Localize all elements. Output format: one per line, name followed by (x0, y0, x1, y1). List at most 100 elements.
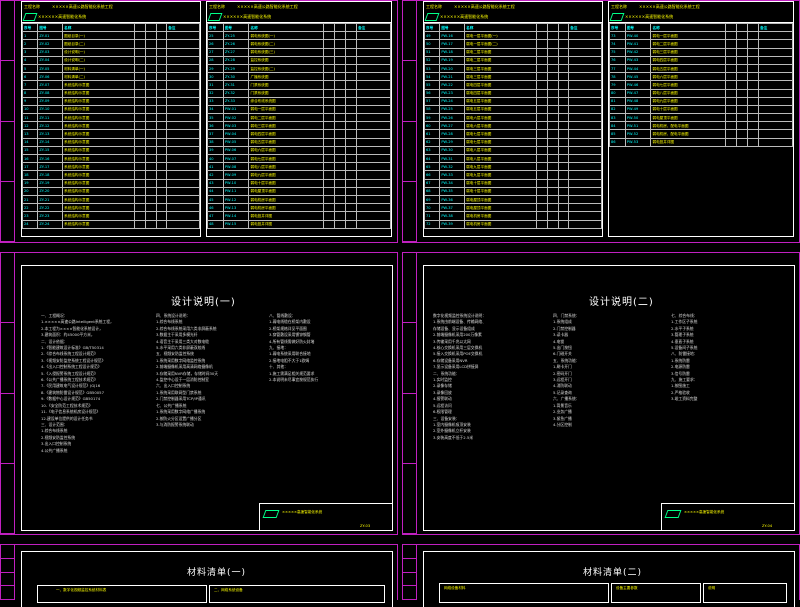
table-cell (536, 80, 549, 90)
table-row: 37 PW-04 弱电四层平面图 (207, 129, 391, 139)
table-cell: 门禁系统图 (248, 80, 325, 90)
table-cell: 弱电十层平面图 (464, 178, 538, 188)
table-cell (356, 72, 391, 82)
table-cell: 76 (609, 55, 626, 65)
table-cell: ZY-21 (37, 194, 64, 205)
table-cell: PW-07 (222, 153, 250, 164)
table-cell: 1 (21, 31, 39, 41)
table-cell (557, 72, 570, 82)
table-cell (356, 104, 391, 115)
table-cell (134, 186, 147, 196)
table-cell: 12 (21, 121, 39, 131)
binding-margin (1, 545, 15, 600)
column-header: 图号 (624, 22, 652, 33)
table-cell: ZY-33 (222, 96, 250, 106)
table-cell (547, 80, 559, 90)
table-cell (547, 145, 559, 156)
table-cell: 弱电机房平面图 (248, 194, 325, 205)
table-cell (536, 113, 549, 123)
table-cell (166, 194, 200, 205)
table-cell (166, 47, 200, 57)
table-cell: PW-50 (624, 113, 652, 123)
table-cell (568, 31, 602, 41)
table-cell: PW-46 (624, 80, 652, 90)
table-cell (145, 31, 157, 41)
table-cell (758, 129, 793, 139)
table-cell: PW-37 (439, 203, 466, 213)
table-cell (725, 39, 738, 49)
table-cell (568, 170, 602, 180)
table-cell: 9 (21, 96, 39, 106)
table-cell: 74 (609, 39, 626, 49)
table-cell (145, 113, 157, 123)
table-cell (557, 178, 570, 188)
table-cell: 广播系统图 (248, 72, 325, 82)
table-cell (134, 39, 147, 49)
table-cell (134, 129, 147, 139)
column-header: 备注 (758, 22, 793, 33)
table-cell: 弱电六层平面图 (248, 145, 325, 156)
table-cell: PW-40 (624, 31, 652, 41)
table-cell (166, 104, 200, 115)
table-cell (725, 121, 738, 131)
company-logo-icon (609, 13, 625, 21)
notes-column-2: 四、系统设计说明： 1.综合布线系统 2.综合布线系统采用六类非屏蔽系统 3.数据主干… (156, 313, 261, 503)
table-cell (145, 88, 157, 98)
table-cell (536, 170, 549, 180)
company-logo-icon (262, 510, 280, 518)
table-cell: ZY-16 (37, 153, 64, 164)
table-cell (725, 72, 738, 82)
table-row: 72 PW-39 弱电机房平面图 (423, 219, 602, 229)
table-cell: 51 (423, 47, 441, 57)
table-cell (568, 186, 602, 196)
table-cell (356, 55, 391, 65)
column-header (134, 22, 147, 33)
table-cell (166, 137, 200, 147)
table-row: 71 PW-38 弱电机房平面图 (423, 211, 602, 221)
table-cell: PW-22 (439, 80, 466, 90)
table-cell (725, 47, 738, 57)
table-cell (134, 145, 147, 156)
material-table-header-1: 一、数字化视频监控系统材料表 (37, 585, 207, 603)
table-cell: 系统结构示意图 (62, 80, 136, 90)
table-cell (134, 153, 147, 164)
table-subtitle: ××××××高速智能化系统 (440, 14, 489, 19)
table-cell (345, 113, 358, 123)
table-cell: ZY-27 (222, 47, 250, 57)
table-subtitle: ××××××高速智能化系统 (625, 14, 674, 19)
table-cell: 83 (609, 113, 626, 123)
table-cell (736, 47, 749, 57)
table-cell: PW-05 (222, 137, 250, 147)
table-cell: 54 (423, 72, 441, 82)
table-cell (155, 145, 168, 156)
table-cell: PW-34 (439, 178, 466, 188)
table-cell: 25 (207, 31, 224, 41)
table-cell (323, 203, 336, 213)
table-cell: 门禁系统图 (248, 88, 325, 98)
column-header: 序号 (609, 22, 626, 33)
table-cell: 弱电八层平面图 (464, 153, 538, 164)
table-cell (747, 121, 760, 131)
column-header (323, 22, 336, 33)
table-cell (536, 194, 549, 205)
table-cell (568, 47, 602, 57)
table-cell: 系统结构示意图 (62, 162, 136, 172)
table-cell (557, 211, 570, 221)
table-row: 35 PW-02 弱电二层平面图 (207, 113, 391, 123)
table-cell (155, 88, 168, 98)
table-cell (557, 55, 570, 65)
table-cell (345, 80, 358, 90)
drawing-list-grid: 序号 图号 名称 备注 1 ZY-01 图纸目录(一) 2 ZY-02 图纸目录(二) 3 ZY-03… (21, 22, 200, 229)
notes-column-3: 七、综合布线： 1.工作区子系统 2.水平子系统 3.管理子系统 4.垂直子系统 5.设备… (671, 313, 783, 503)
notes-column-1: 数字化视频监控系统设计说明： 1.系统由前端设备、传输网络、 存储设备、显示设备组成… (433, 313, 545, 503)
table-row: 52 PW-19 弱电二层平面图 (423, 55, 602, 65)
table-cell (547, 162, 559, 172)
column-header: 名称 (248, 22, 325, 33)
table-cell (166, 88, 200, 98)
note-line: 3.竣工资料完整 (671, 396, 698, 402)
table-cell (568, 63, 602, 74)
table-cell (557, 153, 570, 164)
table-cell (547, 88, 559, 98)
table-cell (356, 194, 391, 205)
table-cell (345, 31, 358, 41)
